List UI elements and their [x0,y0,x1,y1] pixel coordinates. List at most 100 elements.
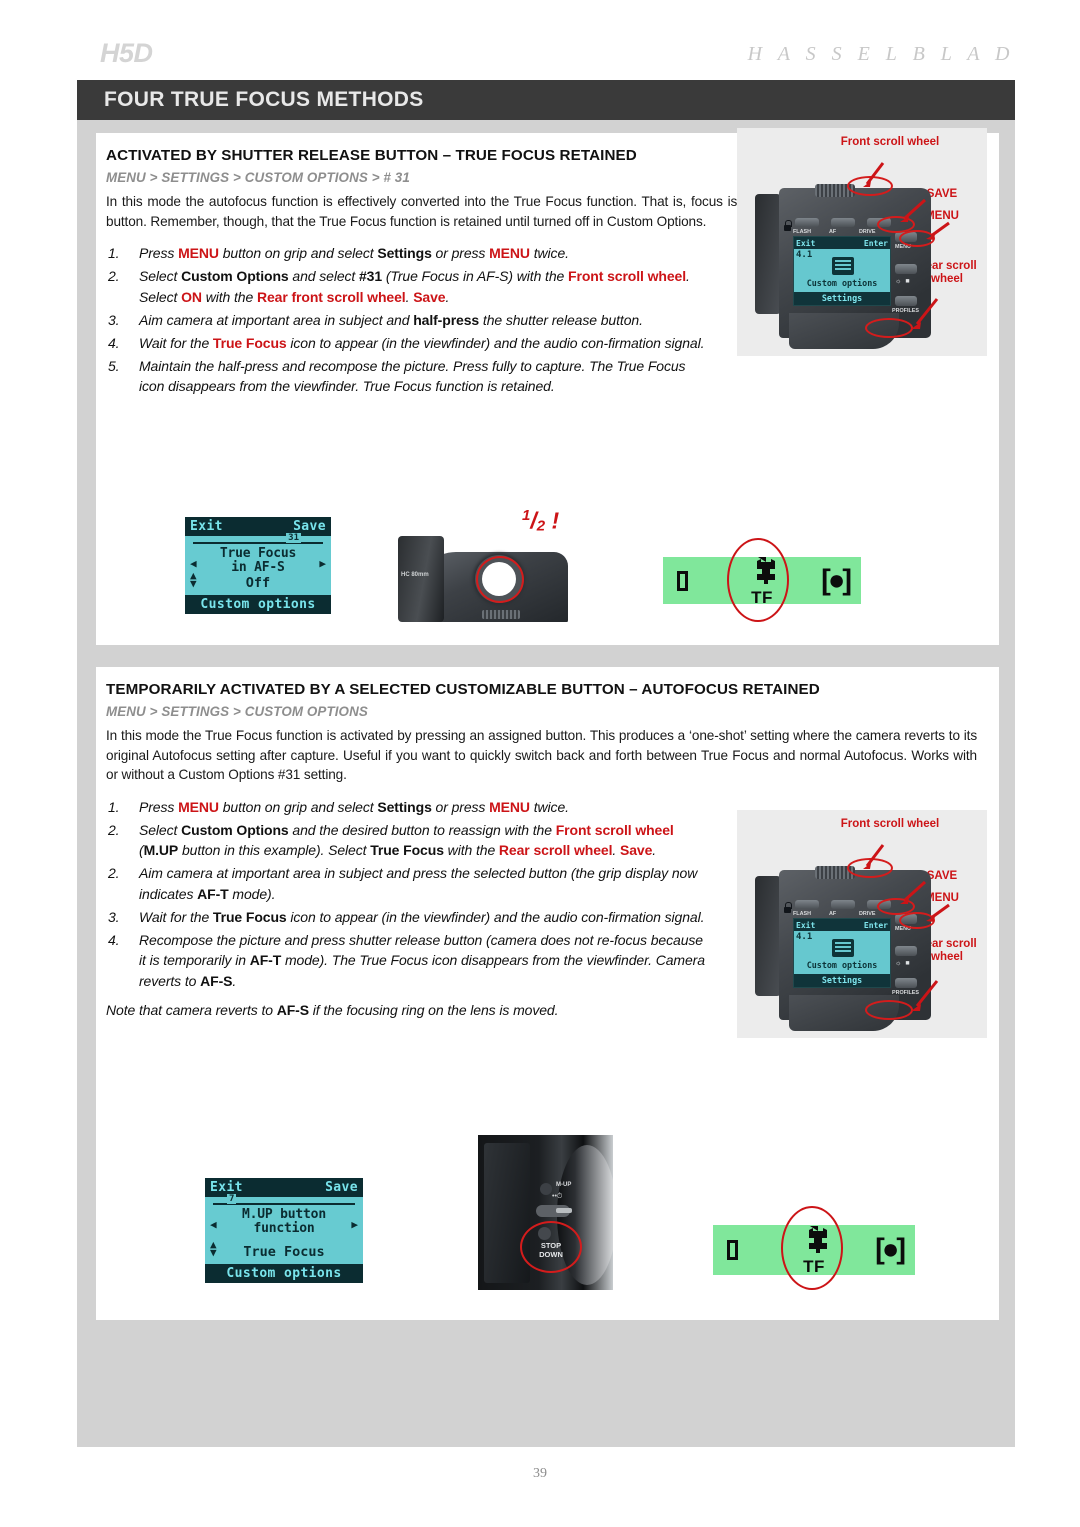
highlight-ring-shutter [476,556,524,603]
grip-diagram-1: Front scroll wheel SAVE MENU Rear scroll… [737,128,987,356]
lcd-option-index: 31 [286,533,301,543]
step-number: 4. [108,334,120,351]
drive-button-label: DRIVE [859,911,876,917]
flash-button[interactable] [795,900,819,909]
grip-lcd-title: Custom options [806,960,878,970]
front-scroll-wheel-photo[interactable] [482,610,520,619]
step-text: Aim camera at important area in subject … [139,865,698,902]
step-number: 3. [108,908,120,925]
list-item: 2. Select Custom Options and the desired … [106,820,706,861]
mode-slider[interactable] [536,1205,572,1217]
step-number: 1. [108,245,120,261]
step-text: Maintain the half-press and recompose th… [139,357,686,395]
chapter-title-bar: FOUR TRUE FOCUS METHODS [77,80,1015,120]
grip-lcd-index: 4.1 [796,932,813,942]
step-text: Press MENU button on grip and select Set… [139,798,569,815]
lcd-exit-key[interactable]: Exit [207,1180,246,1195]
arrow-rear-scroll [911,980,939,1011]
highlight-oval-tf-1 [727,538,789,622]
grip-lcd-title: Custom options [806,278,878,288]
grip-lcd-index: 4.1 [796,250,813,260]
list-item: 4. Recompose the picture and press shutte… [106,930,706,992]
lcd-option-value: True Focus [243,1244,325,1260]
aux-button[interactable] [895,946,917,956]
focus-bracket-icon: [●] [821,564,852,596]
lcd-top-bar: Exit Save [185,517,331,536]
lcd-save-key[interactable]: Save [290,519,329,534]
lcd-divider: 7 [213,1194,355,1205]
arrow-front-scroll [863,162,885,187]
section-2-intro: In this mode the True Focus function is … [106,728,977,782]
page-number: 39 [533,1466,547,1481]
step-number: 3. [108,311,120,328]
step-text: Aim camera at important area in subject … [139,311,643,328]
step-number: 4. [108,931,120,948]
lcd-footer: Custom options [205,1264,363,1283]
grip-lcd-screen: Exit Enter 4.1 Custom options Settings [793,236,891,306]
hasselblad-wordmark: H A S S E L B L A D [747,43,1015,65]
lcd-mup-button-function: Exit Save 7 ◀ ▶ M.UP button function ▲ ▼ … [205,1178,363,1283]
grip-side-body [755,876,781,996]
af-button[interactable] [831,900,855,909]
step-text: Select Custom Options and the desired bu… [139,821,674,859]
arrow-menu [926,221,950,240]
lcd-save-key[interactable]: Save [322,1180,361,1195]
grip-lcd-topbar: Exit Enter [794,919,890,931]
grip-lcd-exit: Exit [796,920,816,930]
callout-front-scroll-wheel: Front scroll wheel [840,818,940,830]
step-text: Wait for the True Focus icon to appear (… [139,908,705,925]
grip-lcd-topbar: Exit Enter [794,237,890,249]
step-number: 2. [108,865,120,881]
lcd-option-index: 7 [227,1194,237,1204]
section-1-steps: 1. Press MENU button on grip and select S… [106,243,706,397]
flash-button-label: FLASH [793,229,811,235]
shutter-release-photo: HC 80mm [398,530,573,622]
lcd-exit-key[interactable]: Exit [187,519,226,534]
h5d-logo: H5D [100,38,153,68]
step-text: Wait for the True Focus icon to appear (… [139,334,705,351]
list-item: 1. Press MENU button on grip and select S… [106,243,706,264]
section-2-heading: TEMPORARILY ACTIVATED BY A SELECTED CUST… [106,681,820,698]
lens-barrel: HC 80mm [398,536,444,622]
af-button-label: AF [829,229,837,235]
step-text: Select Custom Options and select #31 (Tr… [139,268,690,305]
grip-lcd-footer: Settings [794,974,890,987]
lcd-footer: Custom options [185,595,331,614]
camera-body-column [484,1143,530,1283]
af-button-label: AF [829,911,837,917]
lock-icon [783,220,792,231]
flash-button[interactable] [795,218,819,227]
lcd-option-title: True Focus in AF-S [219,546,297,575]
lcd-custom-options-31: Exit Save 31 ◀ ▶ True Focus in AF-S ▲ ▼ O… [185,517,331,614]
battery-icon [677,570,688,591]
grip-lcd-exit: Exit [796,238,816,248]
grip-lcd-footer: Settings [794,292,890,305]
step-number: 5. [108,357,120,374]
list-item: 5. Maintain the half-press and recompose … [106,356,706,397]
highlight-ring-stop-down [520,1221,582,1273]
arrow-menu [926,903,950,922]
lcd-divider: 31 [193,533,323,544]
step-number: 2. [108,821,120,838]
list-item: 3. Wait for the True Focus icon to appear… [106,907,706,928]
step-text: Recompose the picture and press shutter … [139,931,705,989]
step-number: 1. [108,798,120,815]
highlight-oval-tf-2 [781,1206,843,1290]
grip-lcd-enter: Enter [863,238,888,248]
aux-button[interactable] [895,264,917,274]
step-number: 2. [108,268,120,284]
self-timer-icon: ••⏱ [552,1193,563,1200]
list-item: 2. Aim camera at important area in subjec… [106,863,706,904]
manual-page: H5D H A S S E L B L A D FOUR TRUE FOCUS … [0,0,1080,1527]
drive-button-label: DRIVE [859,229,876,235]
section-2-breadcrumb: MENU > SETTINGS > CUSTOM OPTIONS [106,704,368,719]
arrow-rear-scroll [911,298,939,329]
page-title: FOUR TRUE FOCUS METHODS [104,88,424,111]
battery-icon [727,1240,738,1260]
grip-lcd-enter: Enter [863,920,888,930]
section-2-steps: 1. Press MENU button on grip and select S… [106,797,706,992]
step-text: Press MENU button on grip and select Set… [139,245,569,261]
af-button[interactable] [831,218,855,227]
grip-diagram-2: Front scroll wheel SAVE MENU Rear scroll… [737,810,987,1038]
list-item: 1. Press MENU button on grip and select S… [106,797,706,818]
